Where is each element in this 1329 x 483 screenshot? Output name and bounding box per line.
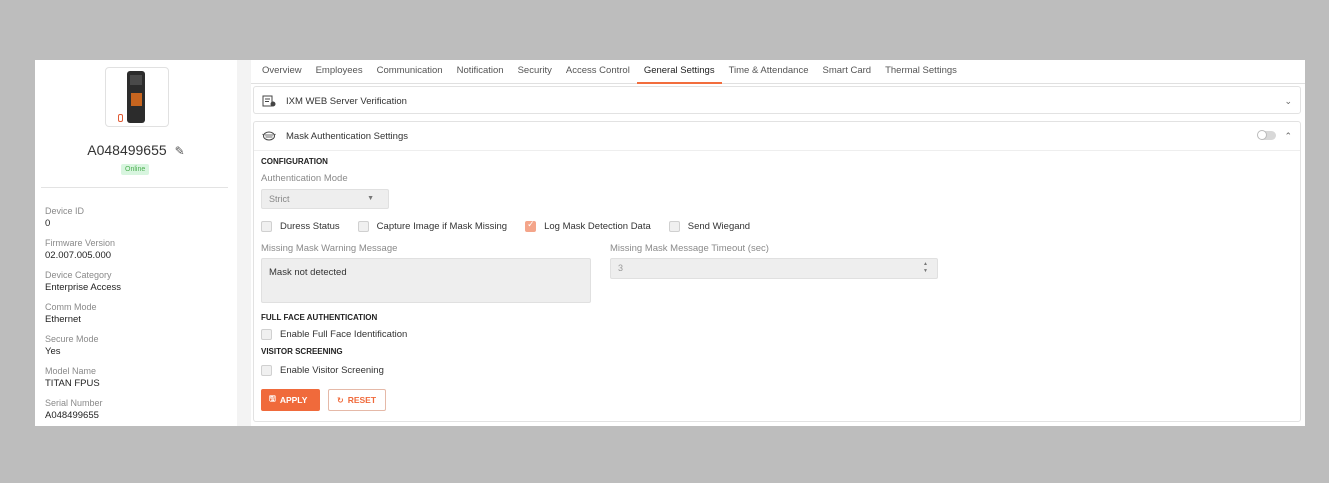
refresh-icon: ↻ — [337, 395, 344, 405]
mask-enable-toggle[interactable] — [1257, 130, 1276, 140]
full-face-heading: FULL FACE AUTHENTICATION — [261, 313, 378, 322]
info-label: Secure Mode — [45, 334, 99, 344]
info-value: 02.007.005.000 — [45, 250, 112, 261]
settings-tabs: Overview Employees Communication Notific… — [251, 60, 1305, 84]
tab-smart-card[interactable]: Smart Card — [816, 60, 879, 84]
info-label: Device Category — [45, 270, 112, 280]
authentication-mode-value: Strict — [269, 194, 290, 204]
status-badge: Online — [121, 164, 150, 175]
visitor-screening-label: Enable Visitor Screening — [280, 365, 384, 376]
log-mask-detection-label: Log Mask Detection Data — [544, 221, 651, 232]
apply-button[interactable]: 🖫 APPLY — [261, 389, 320, 411]
save-icon: 🖫 — [269, 394, 276, 403]
visitor-screening-checkbox[interactable] — [261, 365, 272, 376]
device-name-row: A048499655 ✎ — [35, 142, 237, 158]
dropdown-arrow-icon: ▼ — [367, 195, 374, 202]
apply-label: APPLY — [279, 395, 308, 405]
tab-employees[interactable]: Employees — [309, 60, 370, 84]
mask-section-title: Mask Authentication Settings — [286, 130, 408, 142]
device-status-icon — [118, 114, 123, 122]
device-info-panel: A048499655 ✎ Online Device ID 0 Firmware … — [35, 60, 237, 426]
mask-section-body: CONFIGURATION Authentication Mode Strict… — [254, 150, 1300, 422]
send-wiegand-checkbox[interactable] — [668, 221, 680, 232]
tab-access-control[interactable]: Access Control — [559, 60, 637, 84]
ixm-section-title: IXM WEB Server Verification — [286, 95, 407, 107]
reset-label: RESET — [347, 395, 377, 405]
main-content: Overview Employees Communication Notific… — [251, 60, 1305, 426]
tab-security[interactable]: Security — [511, 60, 559, 84]
duress-status-label: Duress Status — [280, 221, 340, 232]
info-model-name: Model Name TITAN FPUS — [45, 366, 230, 398]
visitor-screening-heading: VISITOR SCREENING — [261, 347, 343, 356]
missing-mask-warning-label: Missing Mask Warning Message — [261, 243, 398, 254]
info-value: 0 — [45, 218, 51, 229]
device-info-list: Device ID 0 Firmware Version 02.007.005.… — [45, 206, 230, 430]
device-name: A048499655 — [87, 142, 167, 158]
info-label: Serial Number — [45, 398, 103, 408]
info-value: Ethernet — [45, 314, 81, 325]
info-serial-number: Serial Number A048499655 — [45, 398, 230, 430]
full-face-identification-label: Enable Full Face Identification — [280, 329, 408, 340]
device-illustration — [127, 71, 145, 123]
info-comm-mode: Comm Mode Ethernet — [45, 302, 230, 334]
info-value: TITAN FPUS — [45, 378, 100, 389]
capture-image-label: Capture Image if Mask Missing — [376, 221, 508, 232]
chevron-up-icon[interactable]: ⌃ — [1284, 131, 1292, 142]
mask-authentication-section: Mask Authentication Settings ⌃ CONFIGURA… — [253, 121, 1301, 422]
missing-mask-warning-textarea[interactable]: Mask not detected — [261, 258, 591, 303]
tab-overview[interactable]: Overview — [255, 60, 309, 84]
device-settings-window: A048499655 ✎ Online Device ID 0 Firmware … — [35, 60, 1305, 426]
number-spinner-icon[interactable]: ▲ ▼ — [923, 261, 928, 275]
info-value: Enterprise Access — [45, 282, 122, 293]
info-device-id: Device ID 0 — [45, 206, 230, 238]
mask-section-header[interactable]: Mask Authentication Settings ⌃ — [254, 122, 1300, 150]
device-image — [105, 67, 169, 127]
info-label: Device ID — [45, 206, 85, 216]
tab-thermal-settings[interactable]: Thermal Settings — [878, 60, 964, 84]
visitor-screening-row: Enable Visitor Screening — [261, 365, 402, 376]
mask-timeout-value: 3 — [618, 263, 624, 273]
info-firmware-version: Firmware Version 02.007.005.000 — [45, 238, 230, 270]
mask-icon — [262, 131, 276, 141]
ixm-web-server-section: IXM WEB Server Verification ⌄ — [253, 86, 1301, 114]
tab-communication[interactable]: Communication — [370, 60, 450, 84]
info-device-category: Device Category Enterprise Access — [45, 270, 230, 302]
edit-pencil-icon[interactable]: ✎ — [175, 144, 185, 158]
send-wiegand-label: Send Wiegand — [687, 221, 751, 232]
log-mask-detection-checkbox[interactable] — [525, 219, 537, 232]
capture-image-checkbox[interactable] — [357, 221, 369, 232]
authentication-mode-select[interactable]: Strict ▼ — [261, 189, 389, 209]
tab-general-settings[interactable]: General Settings — [636, 60, 722, 84]
info-label: Firmware Version — [45, 238, 116, 248]
info-label: Comm Mode — [45, 302, 97, 312]
info-value: Yes — [45, 346, 61, 357]
mask-timeout-input[interactable]: 3 ▲ ▼ — [610, 258, 938, 279]
full-face-identification-checkbox[interactable] — [261, 329, 272, 340]
full-face-row: Enable Full Face Identification — [261, 329, 425, 340]
tab-time-attendance[interactable]: Time & Attendance — [722, 60, 816, 84]
mask-options-row: Duress Status Capture Image if Mask Miss… — [261, 219, 768, 232]
info-secure-mode: Secure Mode Yes — [45, 334, 230, 366]
duress-status-checkbox[interactable] — [261, 221, 272, 232]
chevron-down-icon[interactable]: ⌄ — [1284, 96, 1292, 107]
tab-notification[interactable]: Notification — [450, 60, 511, 84]
left-panel-scrollbar[interactable] — [237, 60, 251, 426]
configuration-heading: CONFIGURATION — [261, 157, 328, 166]
divider — [41, 187, 228, 188]
info-label: Model Name — [45, 366, 97, 376]
info-value: A048499655 — [45, 410, 99, 421]
reset-button[interactable]: ↻ RESET — [328, 389, 386, 411]
server-verification-icon — [262, 95, 276, 107]
mask-timeout-label: Missing Mask Message Timeout (sec) — [610, 243, 769, 254]
authentication-mode-label: Authentication Mode — [261, 173, 348, 184]
ixm-section-header[interactable]: IXM WEB Server Verification ⌄ — [254, 87, 1300, 115]
